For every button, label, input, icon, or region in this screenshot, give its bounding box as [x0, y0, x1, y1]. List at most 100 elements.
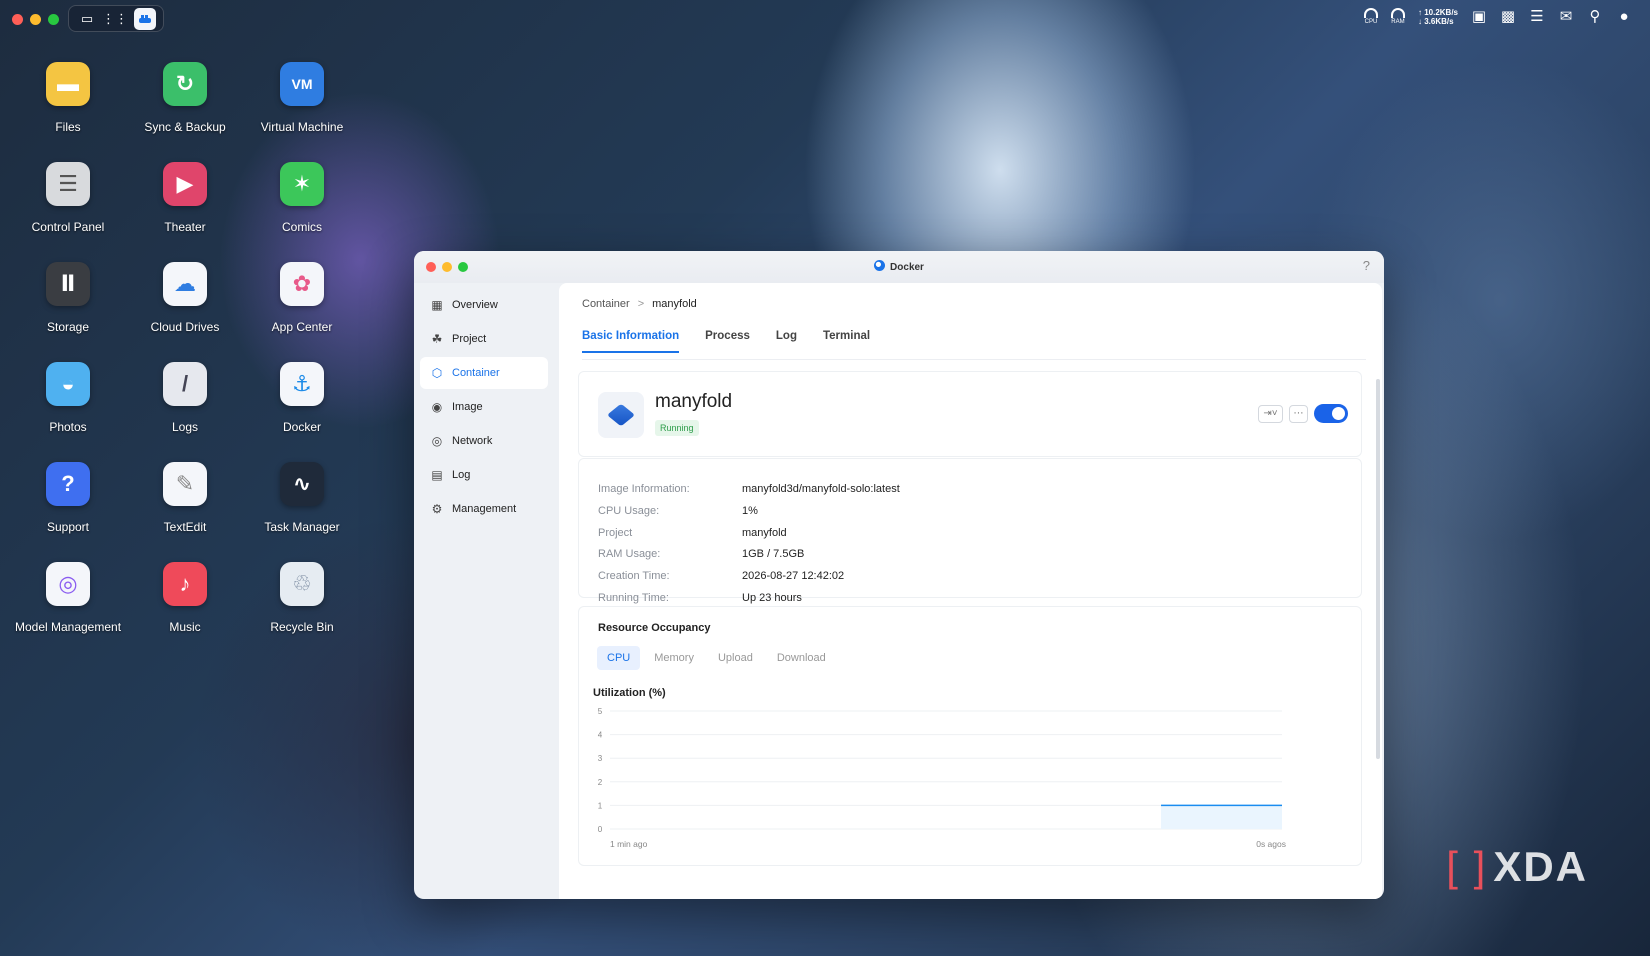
- enter-terminal-button[interactable]: ⇥˅: [1258, 404, 1283, 423]
- image-icon: ◉: [431, 400, 443, 414]
- app-grid-icon[interactable]: ⋮⋮: [102, 10, 128, 28]
- desktop-icon[interactable]: ▭: [78, 10, 96, 28]
- ram-gauge-icon[interactable]: RAM: [1390, 8, 1405, 26]
- tab-terminal[interactable]: Terminal: [823, 330, 870, 353]
- breadcrumb-current: manyfold: [652, 298, 697, 310]
- sidebar-item-container[interactable]: ⬡ Container: [420, 357, 548, 389]
- window-title: Docker: [414, 260, 1384, 273]
- resource-tab-upload[interactable]: Upload: [708, 646, 763, 670]
- message-icon[interactable]: ✉: [1558, 9, 1574, 25]
- xda-watermark: [ ] XDA: [1446, 843, 1588, 891]
- desktop-app-label: Docker: [282, 420, 321, 434]
- tab-basic-information[interactable]: Basic Information: [582, 330, 680, 353]
- desktop-app-docker[interactable]: ⚓ Docker: [242, 362, 362, 434]
- tabs-divider: [582, 359, 1366, 360]
- info-key: Project: [598, 526, 633, 539]
- desktop-app-textedit[interactable]: ✎ TextEdit: [125, 462, 245, 534]
- container-actions: ⇥˅ ⋯: [1258, 404, 1348, 423]
- desktop-app-label: Music: [169, 620, 201, 634]
- info-key: Creation Time:: [598, 570, 670, 583]
- desktop-app-storage[interactable]: Ⅱ Storage: [8, 262, 128, 334]
- desktop-app-label: TextEdit: [163, 520, 207, 534]
- sidebar-item-image[interactable]: ◉ Image: [420, 391, 548, 423]
- container-enable-toggle[interactable]: [1314, 404, 1348, 423]
- info-row: CPU Usage: 1%: [598, 505, 758, 517]
- sidebar-item-overview[interactable]: ▦ Overview: [420, 289, 548, 321]
- cpu-gauge-icon[interactable]: CPU: [1363, 8, 1378, 26]
- desktop-app-model-management[interactable]: ◎ Model Management: [8, 562, 128, 634]
- sidebar-item-log[interactable]: ▤ Log: [420, 459, 548, 491]
- net-down-text: ↓ 3.6KB/s: [1417, 17, 1454, 26]
- docker-window: Docker ? ▦ Overview ☘ Project ⬡ Container ◉ Ima…: [414, 251, 1384, 899]
- ram-gauge-label: RAM: [1391, 19, 1405, 25]
- minimize-dot[interactable]: [30, 14, 41, 25]
- desktop-app-task-manager[interactable]: ∿ Task Manager: [242, 462, 362, 534]
- desktop-app-theater[interactable]: ▶ Theater: [125, 162, 245, 234]
- resource-occupancy-card: Resource Occupancy CPU Memory Upload Dow…: [578, 606, 1362, 866]
- sidebar-item-label: Overview: [452, 299, 498, 311]
- info-value: 2026-08-27 12:42:02: [742, 570, 845, 583]
- resource-title: Resource Occupancy: [598, 622, 711, 634]
- breadcrumb: Container > manyfold: [582, 298, 697, 310]
- window-titlebar[interactable]: Docker ?: [414, 251, 1384, 283]
- sidebar-item-label: Image: [452, 401, 483, 413]
- main-panel: Container > manyfold Basic Information P…: [559, 283, 1382, 899]
- desktop-app-control-panel[interactable]: ☰ Control Panel: [8, 162, 128, 234]
- cpu-gauge-label: CPU: [1364, 19, 1378, 25]
- resource-tab-download[interactable]: Download: [767, 646, 836, 670]
- user-icon[interactable]: ●: [1616, 9, 1632, 25]
- desktop-app-label: Recycle Bin: [270, 620, 334, 634]
- info-row: Image Information: manyfold3d/manyfold-so…: [598, 483, 900, 495]
- resource-tab-memory[interactable]: Memory: [644, 646, 704, 670]
- docker-running-icon[interactable]: [134, 7, 156, 30]
- main-scrollbar[interactable]: [1376, 379, 1380, 759]
- widgets-icon[interactable]: ▣: [1471, 9, 1487, 25]
- container-header-card: manyfold Running ⇥˅ ⋯: [578, 371, 1362, 457]
- desktop-app-label: Files: [55, 120, 81, 134]
- desktop-app-sync[interactable]: ↻ Sync & Backup: [125, 62, 245, 134]
- xda-text: XDA: [1493, 843, 1588, 890]
- info-row: Creation Time: 2026-08-27 12:42:02: [598, 570, 844, 582]
- desktop-app-recycle-bin[interactable]: ♲ Recycle Bin: [242, 562, 362, 634]
- globe-icon: ◎: [431, 434, 443, 448]
- comics-icon: ✶: [280, 162, 324, 206]
- series-area: [1161, 805, 1282, 829]
- y-tick-label: 4: [598, 731, 603, 740]
- network-speed[interactable]: ↑ 10.2KB/s ↓ 3.6KB/s: [1418, 8, 1458, 26]
- search-icon[interactable]: ⚲: [1587, 9, 1603, 25]
- desktop-app-photos[interactable]: ◒ Photos: [8, 362, 128, 434]
- desktop-app-logs[interactable]: / Logs: [125, 362, 245, 434]
- desktop-app-label: Virtual Machine: [260, 120, 344, 134]
- music-icon: ♪: [163, 562, 207, 606]
- desktop-app-music[interactable]: ♪ Music: [125, 562, 245, 634]
- zoom-dot[interactable]: [48, 14, 59, 25]
- y-tick-label: 2: [598, 778, 603, 787]
- tab-process[interactable]: Process: [705, 330, 750, 353]
- close-dot[interactable]: [12, 14, 23, 25]
- tab-log[interactable]: Log: [776, 330, 797, 353]
- sidebar-item-management[interactable]: ⚙ Management: [420, 493, 548, 525]
- task-list-icon[interactable]: ☰: [1529, 9, 1545, 25]
- sidebar-item-project[interactable]: ☘ Project: [420, 323, 548, 355]
- desktop-app-comics[interactable]: ✶ Comics: [242, 162, 362, 234]
- monitor-icon[interactable]: ▩: [1500, 9, 1516, 25]
- sidebar-item-network[interactable]: ◎ Network: [420, 425, 548, 457]
- desktop-app-vm[interactable]: VM Virtual Machine: [242, 62, 362, 134]
- model-management-icon: ◎: [46, 562, 90, 606]
- top-dock: ▭ ⋮⋮: [68, 5, 164, 32]
- xda-bracket: [ ]: [1446, 843, 1488, 890]
- grid-icon: ▦: [431, 298, 443, 312]
- desktop-app-support[interactable]: ? Support: [8, 462, 128, 534]
- desktop-app-cloud-drives[interactable]: ☁ Cloud Drives: [125, 262, 245, 334]
- desktop-traffic-lights: [12, 14, 59, 25]
- resource-tab-cpu[interactable]: CPU: [597, 646, 641, 670]
- desktop-app-folder[interactable]: ▬ Files: [8, 62, 128, 134]
- desktop-app-app-center[interactable]: ✿ App Center: [242, 262, 362, 334]
- desktop-app-label: App Center: [271, 320, 333, 334]
- desktop-app-label: Support: [46, 520, 90, 534]
- y-tick-label: 5: [598, 707, 603, 716]
- help-icon[interactable]: ?: [1363, 258, 1370, 273]
- photos-icon: ◒: [46, 362, 90, 406]
- breadcrumb-root[interactable]: Container: [582, 298, 630, 310]
- more-options-button[interactable]: ⋯: [1289, 404, 1308, 423]
